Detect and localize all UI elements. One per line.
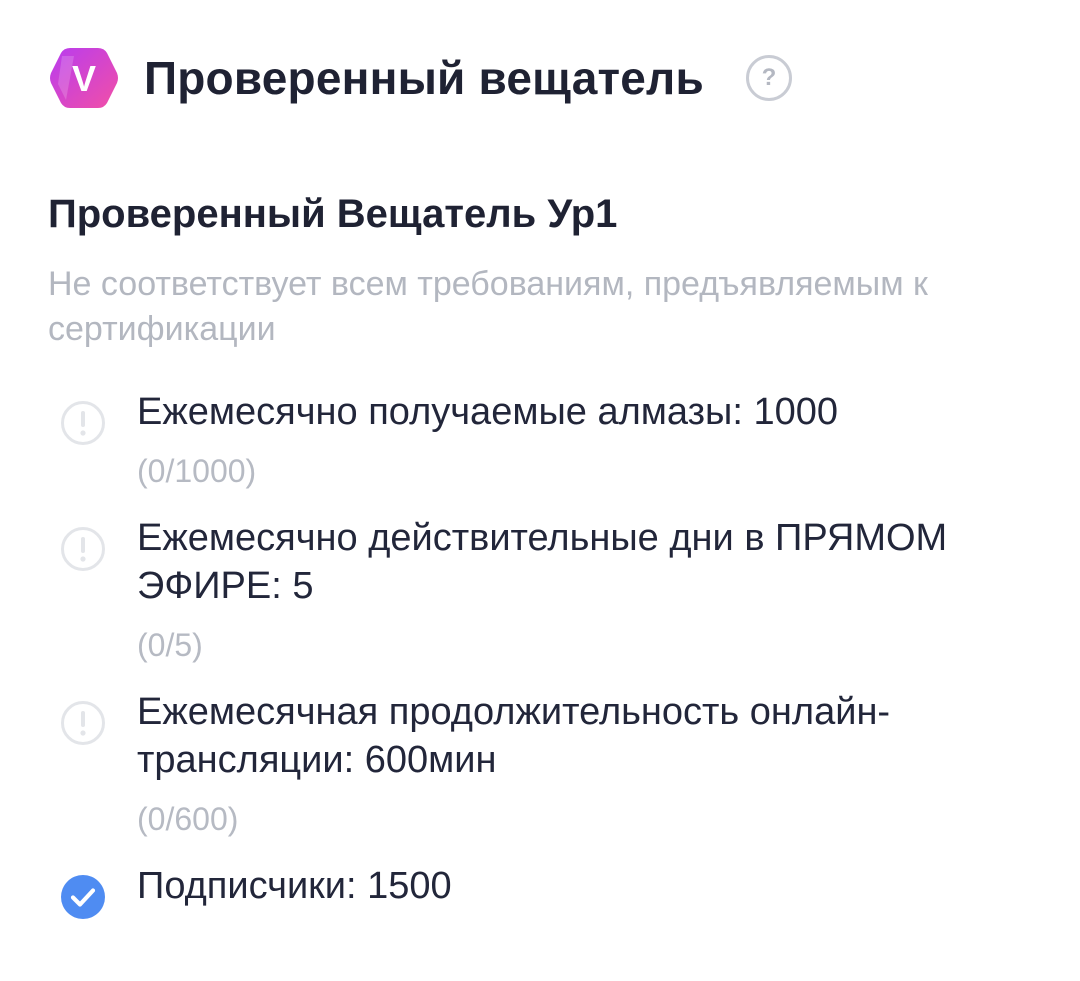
requirement-item: Ежемесячная продолжительность онлайн-тра… bbox=[60, 688, 1020, 840]
page-header: V Проверенный вещатель ? bbox=[48, 42, 792, 114]
requirement-item: Подписчики: 1500 bbox=[60, 862, 1020, 920]
exclamation-circle-icon bbox=[60, 526, 106, 572]
requirement-progress: (0/1000) bbox=[137, 453, 257, 489]
exclamation-circle-icon bbox=[60, 400, 106, 446]
verified-badge-icon: V bbox=[50, 48, 118, 108]
requirement-item: Ежемесячно получаемые алмазы: 1000 (0/10… bbox=[60, 388, 1020, 492]
svg-text:V: V bbox=[72, 58, 96, 99]
requirement-label: Ежемесячная продолжительность онлайн-тра… bbox=[137, 691, 891, 781]
help-button[interactable]: ? bbox=[745, 55, 792, 101]
level-status-text: Не соответствует всем требованиям, предъ… bbox=[48, 265, 928, 348]
check-circle-icon bbox=[60, 874, 106, 920]
requirements-list: Ежемесячно получаемые алмазы: 1000 (0/10… bbox=[60, 388, 1020, 942]
page-title: Проверенный вещатель bbox=[144, 52, 704, 104]
exclamation-circle-icon bbox=[60, 700, 106, 746]
requirement-label: Подписчики: 1500 bbox=[137, 865, 452, 907]
question-mark-icon: ? bbox=[761, 64, 777, 91]
level-title: Проверенный Вещатель Ур1 bbox=[48, 192, 618, 236]
requirement-label: Ежемесячно получаемые алмазы: 1000 bbox=[137, 391, 838, 433]
requirement-item: Ежемесячно действительные дни в ПРЯМОМ Э… bbox=[60, 514, 1020, 666]
requirement-progress: (0/600) bbox=[137, 801, 239, 837]
requirement-progress: (0/5) bbox=[137, 627, 203, 663]
requirement-label: Ежемесячно действительные дни в ПРЯМОМ Э… bbox=[137, 517, 948, 607]
